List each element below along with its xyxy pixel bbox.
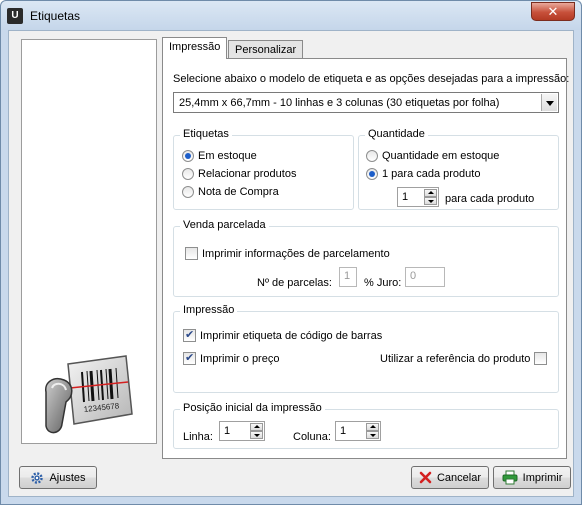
spinner-down-icon[interactable] (250, 431, 263, 439)
close-icon (419, 471, 432, 484)
linha-label: Linha: (183, 431, 213, 443)
print-button-label: Imprimir (522, 471, 563, 484)
radio-um-para-cada-produto-label: 1 para cada produto (382, 168, 481, 180)
radio-nota-de-compra-label: Nota de Compra (198, 186, 279, 198)
radio-em-estoque[interactable]: Em estoque (182, 150, 257, 162)
spinner-up-icon[interactable] (250, 423, 263, 431)
parcelamento-checkbox-box[interactable] (185, 247, 198, 260)
etiquetas-legend: Etiquetas (180, 128, 232, 140)
cancel-button-label: Cancelar (436, 471, 482, 484)
radio-quantidade-em-estoque-label: Quantidade em estoque (382, 150, 500, 162)
chevron-down-icon[interactable] (541, 94, 557, 111)
per-product-suffix: para cada produto (445, 193, 535, 205)
cancel-button[interactable]: Cancelar (411, 466, 489, 489)
title-bar: U Etiquetas ✕ (0, 0, 582, 30)
window-title: Etiquetas (30, 9, 81, 23)
per-product-value: 1 (402, 191, 409, 203)
radio-em-estoque-indicator[interactable] (182, 150, 194, 162)
spinner-up-icon[interactable] (424, 189, 437, 197)
barcode-checkbox[interactable]: Imprimir etiqueta de código de barras (183, 328, 383, 342)
radio-relacionar-produtos[interactable]: Relacionar produtos (182, 168, 296, 180)
radio-um-para-cada-produto-indicator[interactable] (366, 168, 378, 180)
juro-field[interactable]: 0 (405, 267, 445, 287)
linha-value: 1 (224, 425, 231, 437)
coluna-spinner[interactable]: 1 (335, 421, 381, 441)
dialog-body: 12345678 Impressão Personalizar Selecion… (8, 30, 574, 497)
ajustes-button[interactable]: Ajustes (19, 466, 97, 489)
price-checkbox-box[interactable] (183, 351, 196, 365)
impressao-legend: Impressão (180, 304, 238, 316)
radio-relacionar-produtos-label: Relacionar produtos (198, 168, 297, 180)
price-checkbox-label: Imprimir o preço (200, 352, 280, 365)
coluna-value: 1 (340, 425, 347, 437)
referencia-checkbox-box[interactable] (534, 352, 548, 365)
tab-impressao-label: Impressão (169, 41, 221, 53)
ajustes-button-label: Ajustes (49, 471, 86, 484)
spinner-up-icon[interactable] (366, 423, 379, 431)
parcelas-field[interactable]: 1 (339, 267, 357, 287)
barcode-checkbox-box[interactable] (183, 328, 196, 342)
linha-spinner[interactable]: 1 (219, 421, 265, 441)
close-button[interactable]: ✕ (531, 2, 575, 21)
radio-quantidade-em-estoque[interactable]: Quantidade em estoque (366, 150, 499, 162)
parcelamento-checkbox-label: Imprimir informações de parcelamento (202, 247, 390, 260)
per-product-spinner[interactable]: 1 (397, 187, 439, 207)
label-model-value: 25,4mm x 66,7mm - 10 linhas e 3 colunas … (179, 97, 500, 109)
radio-em-estoque-label: Em estoque (198, 150, 257, 162)
barcode-checkbox-label: Imprimir etiqueta de código de barras (200, 329, 383, 342)
intro-text: Selecione abaixo o modelo de etiqueta e … (173, 73, 570, 85)
radio-um-para-cada-produto[interactable]: 1 para cada produto (366, 168, 480, 180)
quantidade-legend: Quantidade (365, 128, 428, 140)
referencia-checkbox[interactable]: Utilizar a referência do produto (380, 352, 548, 365)
coluna-label: Coluna: (293, 431, 331, 443)
tab-personalizar-label: Personalizar (235, 44, 297, 56)
posicao-inicial-legend: Posição inicial da impressão (180, 402, 325, 414)
print-button[interactable]: Imprimir (493, 466, 571, 489)
printer-icon (502, 470, 518, 485)
venda-parcelada-legend: Venda parcelada (180, 219, 269, 231)
tab-impressao[interactable]: Impressão (162, 37, 228, 59)
radio-nota-de-compra-indicator[interactable] (182, 186, 194, 198)
tab-personalizar[interactable]: Personalizar (228, 40, 304, 59)
radio-quantidade-em-estoque-indicator[interactable] (366, 150, 378, 162)
price-checkbox[interactable]: Imprimir o preço (183, 351, 280, 365)
referencia-checkbox-label: Utilizar a referência do produto (380, 352, 531, 365)
radio-relacionar-produtos-indicator[interactable] (182, 168, 194, 180)
logo-panel: 12345678 (21, 39, 157, 444)
juro-label: % Juro: (364, 277, 402, 289)
radio-nota-de-compra[interactable]: Nota de Compra (182, 186, 279, 198)
label-model-select[interactable]: 25,4mm x 66,7mm - 10 linhas e 3 colunas … (173, 92, 559, 113)
spinner-down-icon[interactable] (366, 431, 379, 439)
parcelamento-checkbox[interactable]: Imprimir informações de parcelamento (185, 247, 390, 260)
parcelas-label: Nº de parcelas: (257, 277, 332, 289)
app-icon: U (7, 8, 23, 24)
spinner-down-icon[interactable] (424, 197, 437, 205)
window-frame: 12345678 Impressão Personalizar Selecion… (0, 30, 582, 505)
barcode-scanner-logo-icon: 12345678 (45, 355, 133, 434)
gear-icon (31, 471, 44, 484)
